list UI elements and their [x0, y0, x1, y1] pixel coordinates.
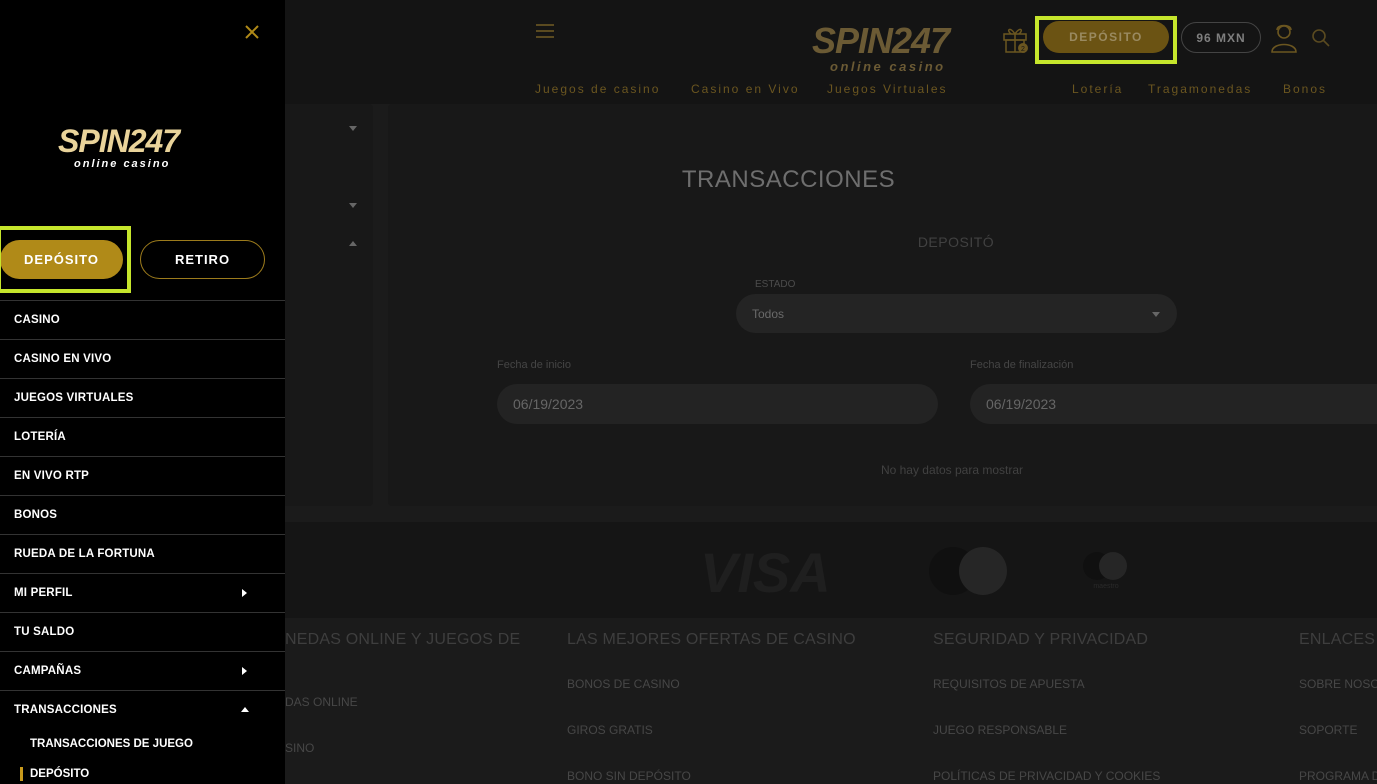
- sidebar-withdraw-button[interactable]: RETIRO: [140, 240, 265, 279]
- footer-link[interactable]: PROGRAMA D: [1299, 769, 1377, 783]
- topnav-bonos[interactable]: Bonos: [1283, 82, 1327, 96]
- sidebar-item-bonos[interactable]: BONOS: [0, 495, 285, 534]
- page: SPIN247 online casino 2 DEPÓSITO 96 MXN …: [0, 0, 1377, 784]
- mastercard-logo: [929, 547, 1007, 595]
- footer-link[interactable]: JUEGO RESPONSABLE: [933, 723, 1067, 737]
- sidebar-subitem-deposito[interactable]: DEPÓSITO: [0, 759, 285, 784]
- gift-badge: 2: [1021, 46, 1025, 53]
- chevron-up-icon: [241, 707, 249, 712]
- footer-link[interactable]: SOPORTE: [1299, 723, 1357, 737]
- status-label: ESTADO: [755, 279, 796, 290]
- sidebar-subitem-transacciones-de-juego[interactable]: TRANSACCIONES DE JUEGO: [0, 729, 285, 759]
- sidebar-item-label: CASINO: [14, 314, 60, 326]
- page-subtitle: DEPOSITÓ: [917, 234, 995, 250]
- sidebar-item-casino[interactable]: CASINO: [0, 300, 285, 339]
- visa-logo-text: VISA: [700, 542, 831, 598]
- sidebar-subitem-label: DEPÓSITO: [30, 768, 90, 780]
- sidebar-item-transacciones[interactable]: TRANSACCIONES: [0, 690, 285, 729]
- topnav-loteria[interactable]: Lotería: [1072, 82, 1123, 96]
- logo-top-sub: online casino: [830, 59, 946, 74]
- topnav-casino-en-vivo[interactable]: Casino en Vivo: [691, 82, 800, 96]
- sidebar-item-loteria[interactable]: LOTERÍA: [0, 417, 285, 456]
- sidebar-logo[interactable]: SPIN247 online casino: [58, 122, 208, 170]
- chevron-right-icon: [242, 589, 247, 597]
- topnav-juegos-de-casino[interactable]: Juegos de casino: [535, 82, 660, 96]
- maestro-logo-text: maestro: [1093, 583, 1118, 590]
- end-date-input[interactable]: 06/19/2023: [970, 384, 1377, 424]
- sidebar-item-mi-perfil[interactable]: MI PERFIL: [0, 573, 285, 612]
- topnav-tragamonedas[interactable]: Tragamonedas: [1148, 82, 1252, 96]
- sidebar-item-label: LOTERÍA: [14, 431, 66, 443]
- start-date-label: Fecha de inicio: [497, 359, 571, 371]
- footer-link[interactable]: REQUISITOS DE APUESTA: [933, 677, 1085, 691]
- sidebar-item-campanas[interactable]: CAMPAÑAS: [0, 651, 285, 690]
- footer-link[interactable]: BONO SIN DEPÓSITO: [567, 769, 691, 783]
- footer-heading: LAS MEJORES OFERTAS DE CASINO: [567, 631, 856, 648]
- footer-link[interactable]: SINO: [285, 741, 314, 755]
- empty-state-text: No hay datos para mostrar: [880, 463, 1024, 477]
- logo-top-text: SPIN247: [812, 20, 952, 61]
- sidebar-logo-sub: online casino: [74, 158, 170, 170]
- footer-heading: NEDAS ONLINE Y JUEGOS DE: [285, 631, 521, 648]
- sidebar-item-en-vivo-rtp[interactable]: EN VIVO RTP: [0, 456, 285, 495]
- topnav-juegos-virtuales[interactable]: Juegos Virtuales: [827, 82, 948, 96]
- end-date-label: Fecha de finalización: [970, 359, 1074, 371]
- sidebar-item-label: JUEGOS VIRTUALES: [14, 392, 134, 404]
- sidebar-item-tu-saldo[interactable]: TU SALDO: [0, 612, 285, 651]
- sidebar-item-label: RUEDA DE LA FORTUNA: [14, 548, 155, 560]
- sidebar-item-label: EN VIVO RTP: [14, 470, 90, 482]
- chevron-down-icon: [1152, 312, 1160, 317]
- sidebar-item-label: CASINO EN VIVO: [14, 353, 112, 365]
- maestro-logo: maestro: [1083, 552, 1127, 590]
- payment-methods-bar: VISA maestro: [285, 522, 1377, 618]
- filter-panel: [285, 104, 373, 506]
- gift-icon[interactable]: 2: [1002, 24, 1030, 54]
- footer-heading: SEGURIDAD Y PRIVACIDAD: [933, 631, 1149, 648]
- status-select[interactable]: Todos: [736, 294, 1177, 333]
- footer-column-3: SEGURIDAD Y PRIVACIDAD REQUISITOS DE APU…: [933, 631, 1160, 783]
- sidebar-item-rueda-de-la-fortuna[interactable]: RUEDA DE LA FORTUNA: [0, 534, 285, 573]
- footer-column-4: ENLACES Ú SOBRE NOSO SOPORTE PROGRAMA D: [1299, 631, 1377, 784]
- close-icon[interactable]: [244, 24, 260, 40]
- hamburger-menu-icon[interactable]: [536, 24, 554, 40]
- footer-column-2: LAS MEJORES OFERTAS DE CASINO BONOS DE C…: [567, 631, 856, 783]
- highlight-box-sidebar-deposit: [0, 226, 131, 293]
- chevron-down-icon[interactable]: [349, 203, 357, 208]
- balance-badge[interactable]: 96 MXN: [1181, 22, 1261, 53]
- footer-column-1: NEDAS ONLINE Y JUEGOS DE DAS ONLINE SINO: [285, 631, 521, 755]
- status-select-value: Todos: [752, 306, 785, 321]
- visa-logo: VISA: [700, 542, 831, 598]
- highlight-box-header-deposit: [1035, 16, 1177, 64]
- user-avatar-icon[interactable]: [1269, 22, 1299, 54]
- footer-link[interactable]: SOBRE NOSO: [1299, 677, 1377, 691]
- sidebar-item-label: TRANSACCIONES: [14, 704, 117, 716]
- sidebar-item-casino-en-vivo[interactable]: CASINO EN VIVO: [0, 339, 285, 378]
- footer-link[interactable]: GIROS GRATIS: [567, 723, 653, 737]
- start-date-input[interactable]: 06/19/2023: [497, 384, 938, 424]
- search-icon[interactable]: [1311, 28, 1331, 48]
- chevron-down-icon[interactable]: [349, 126, 357, 131]
- sidebar-item-label: MI PERFIL: [14, 587, 73, 599]
- sidebar-item-juegos-virtuales[interactable]: JUEGOS VIRTUALES: [0, 378, 285, 417]
- footer-link[interactable]: BONOS DE CASINO: [567, 677, 680, 691]
- logo-top[interactable]: SPIN247 online casino: [812, 20, 990, 74]
- sidebar-menu: CASINO CASINO EN VIVO JUEGOS VIRTUALES L…: [0, 300, 285, 784]
- sidebar-item-label: BONOS: [14, 509, 58, 521]
- sidebar-drawer: SPIN247 online casino DEPÓSITO RETIRO CA…: [0, 0, 285, 784]
- chevron-up-icon[interactable]: [349, 241, 357, 246]
- footer-link[interactable]: POLÍTICAS DE PRIVACIDAD Y COOKIES: [933, 769, 1160, 783]
- chevron-right-icon: [242, 667, 247, 675]
- sidebar-subitem-label: TRANSACCIONES DE JUEGO: [30, 738, 193, 750]
- sidebar-logo-text: SPIN247: [58, 123, 182, 159]
- sidebar-item-label: CAMPAÑAS: [14, 665, 82, 677]
- footer-heading: ENLACES Ú: [1299, 631, 1377, 648]
- footer-link[interactable]: DAS ONLINE: [285, 695, 358, 709]
- sidebar-item-label: TU SALDO: [14, 626, 75, 638]
